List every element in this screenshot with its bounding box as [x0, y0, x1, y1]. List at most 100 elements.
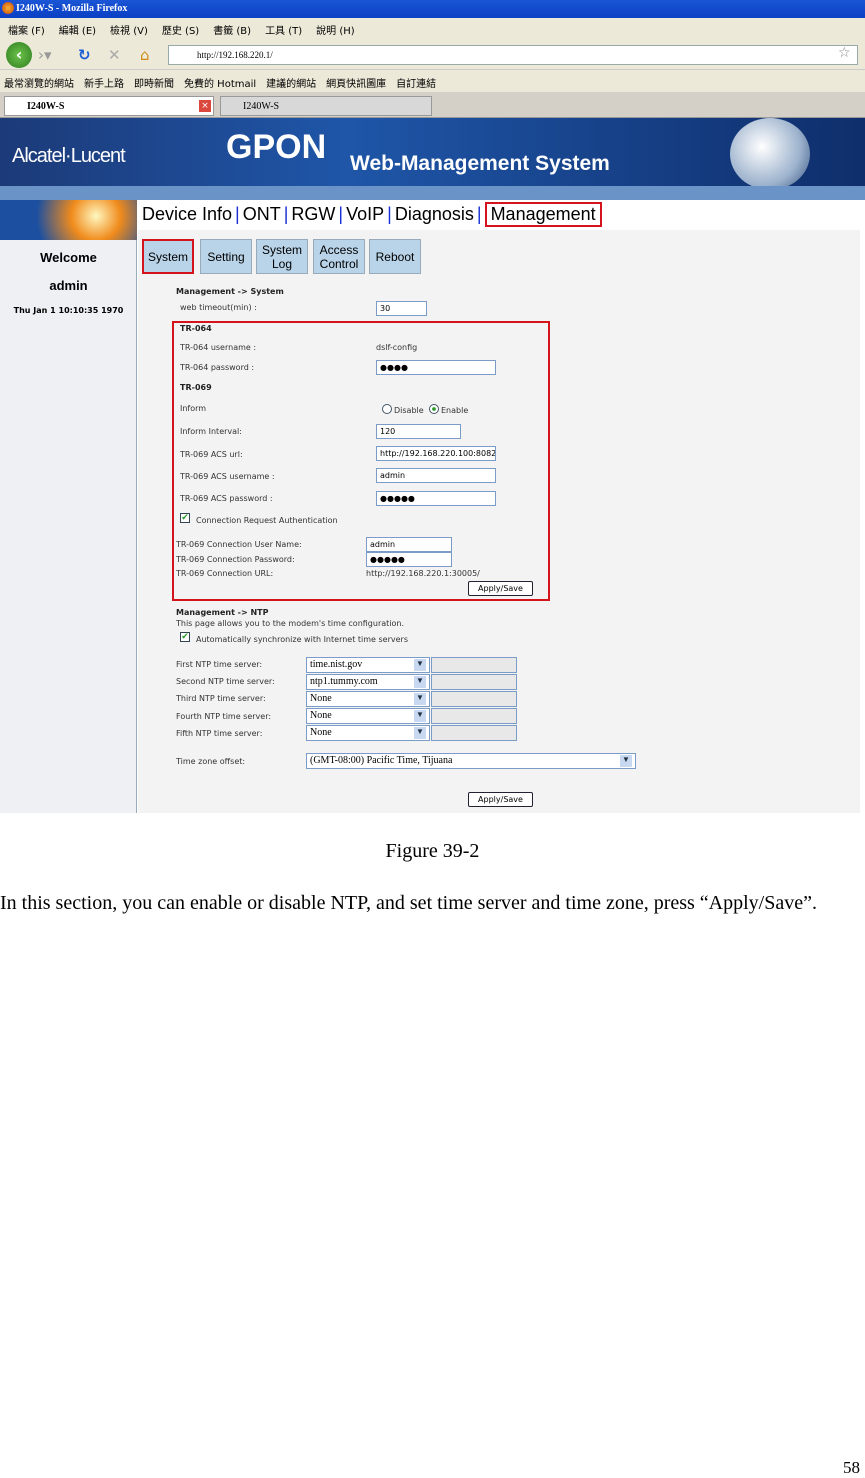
- inform-interval-input[interactable]: 120: [376, 424, 461, 439]
- menu-bookmarks[interactable]: 書籤 (B): [213, 22, 251, 37]
- inform-disable-radio[interactable]: [382, 404, 392, 414]
- tab-active[interactable]: I240W-S: [4, 96, 214, 116]
- url-text: http://192.168.220.1/: [197, 50, 273, 60]
- bookmarks-toolbar: 最常瀏覽的網站 新手上路 即時新聞 免費的 Hotmail 建議的網站 網頁快訊…: [0, 70, 865, 92]
- chevron-down-icon: ▼: [414, 659, 426, 671]
- ntp-description: This page allows you to the modem's time…: [176, 619, 405, 628]
- tr064-username-value: dslf-config: [376, 343, 418, 352]
- ntp-server-1-value: time.nist.gov: [310, 659, 363, 670]
- reload-icon[interactable]: ↻: [78, 46, 91, 64]
- ntp-apply-save-button[interactable]: Apply/Save: [468, 792, 533, 807]
- ntp-server-4-select[interactable]: None ▼: [306, 708, 430, 724]
- subtab-setting[interactable]: Setting: [200, 239, 252, 274]
- ntp-server-5-value: None: [310, 727, 332, 738]
- subtab-system[interactable]: System: [142, 239, 194, 274]
- sidebar-image: [0, 200, 137, 240]
- url-bar[interactable]: http://192.168.220.1/: [168, 45, 858, 65]
- enable-label: Enable: [441, 406, 469, 415]
- bookmark-item[interactable]: 最常瀏覽的網站: [4, 75, 74, 90]
- tab-inactive[interactable]: I240W-S: [220, 96, 432, 116]
- conn-user-input[interactable]: admin: [366, 537, 452, 552]
- ntp-server-2-select[interactable]: ntp1.tummy.com ▼: [306, 674, 430, 690]
- menu-view[interactable]: 檢視 (V): [110, 22, 148, 37]
- bookmark-item[interactable]: 即時新聞: [134, 75, 174, 90]
- ntp-heading: Management -> NTP: [176, 608, 269, 617]
- acs-password-input[interactable]: ●●●●●: [376, 491, 496, 506]
- subtab-reboot[interactable]: Reboot: [369, 239, 421, 274]
- acs-password-label: TR-069 ACS password :: [180, 494, 273, 503]
- menu-tools[interactable]: 工具 (T): [265, 22, 302, 37]
- welcome-text: Welcome: [40, 250, 97, 265]
- page-number: 58: [843, 1458, 860, 1477]
- ntp-server-3-value: None: [310, 693, 332, 704]
- nav-ont[interactable]: ONT: [243, 204, 281, 225]
- bookmark-star-icon[interactable]: ☆: [838, 45, 851, 61]
- ntp-server-1-select[interactable]: time.nist.gov ▼: [306, 657, 430, 673]
- ntp-server-4-custom: [431, 708, 517, 724]
- bookmark-item[interactable]: 新手上路: [84, 75, 124, 90]
- stop-icon[interactable]: ✕: [108, 46, 121, 64]
- menu-help[interactable]: 說明 (H): [316, 22, 355, 37]
- bookmark-item[interactable]: 自訂連結: [396, 75, 436, 90]
- nav-voip[interactable]: VoIP: [346, 204, 384, 225]
- inform-enable-radio[interactable]: [429, 404, 439, 414]
- banner-subtitle: Web-Management System: [350, 152, 610, 175]
- menu-file[interactable]: 檔案 (F): [8, 22, 45, 37]
- chevron-down-icon: ▼: [620, 755, 632, 767]
- conn-auth-label: Connection Request Authentication: [196, 516, 338, 525]
- close-tab-icon[interactable]: ×: [199, 100, 211, 112]
- ntp-server-5-select[interactable]: None ▼: [306, 725, 430, 741]
- ntp-server-5-custom: [431, 725, 517, 741]
- timezone-label: Time zone offset:: [176, 757, 246, 766]
- chevron-down-icon: ▼: [414, 710, 426, 722]
- tr064-heading: TR-064: [180, 324, 212, 333]
- menu-history[interactable]: 歷史 (S): [162, 22, 199, 37]
- conn-url-value: http://192.168.220.1:30005/: [366, 569, 480, 578]
- conn-user-label: TR-069 Connection User Name:: [176, 540, 302, 549]
- nav-diagnosis[interactable]: Diagnosis: [395, 204, 474, 225]
- bookmark-item[interactable]: 建議的網站: [266, 75, 316, 90]
- acs-url-input[interactable]: http://192.168.220.100:8082/C: [376, 446, 496, 461]
- ntp-server-4-value: None: [310, 710, 332, 721]
- forward-icon[interactable]: ›▾: [38, 46, 52, 64]
- bookmark-item[interactable]: 網頁快訊圖庫: [326, 75, 386, 90]
- auto-sync-label: Automatically synchronize with Internet …: [196, 635, 408, 644]
- nav-rgw[interactable]: RGW: [291, 204, 335, 225]
- datetime: Thu Jan 1 10:10:35 1970: [13, 306, 124, 315]
- chevron-down-icon: ▼: [414, 727, 426, 739]
- system-heading: Management -> System: [176, 287, 284, 296]
- subtab-access-control[interactable]: Access Control: [313, 239, 365, 274]
- ntp-server-1-label: First NTP time server:: [176, 660, 263, 669]
- ntp-server-3-label: Third NTP time server:: [176, 694, 266, 703]
- ntp-server-2-value: ntp1.tummy.com: [310, 676, 378, 687]
- nav-device-info[interactable]: Device Info: [142, 204, 232, 225]
- conn-auth-checkbox[interactable]: ✔: [180, 513, 190, 523]
- ntp-server-3-select[interactable]: None ▼: [306, 691, 430, 707]
- tab-label: I240W-S: [243, 101, 280, 112]
- bookmark-item[interactable]: 免費的 Hotmail: [184, 75, 256, 90]
- figure-caption: Figure 39-2: [385, 840, 480, 862]
- acs-url-label: TR-069 ACS url:: [180, 450, 243, 459]
- alcatel-lucent-logo: Alcatel·Lucent: [12, 145, 126, 167]
- tr064-username-label: TR-064 username :: [180, 343, 257, 352]
- tr064-password-label: TR-064 password :: [180, 363, 255, 372]
- timezone-select[interactable]: (GMT-08:00) Pacific Time, Tijuana ▼: [306, 753, 636, 769]
- subtab-system-log[interactable]: System Log: [256, 239, 308, 274]
- web-timeout-input[interactable]: 30: [376, 301, 427, 316]
- nav-management[interactable]: Management: [484, 201, 602, 227]
- firefox-icon: [2, 2, 14, 14]
- menu-edit[interactable]: 編輯 (E): [59, 22, 96, 37]
- tr064-password-input[interactable]: ●●●●: [376, 360, 496, 375]
- system-apply-save-button[interactable]: Apply/Save: [468, 581, 533, 596]
- back-icon[interactable]: ‹: [6, 42, 32, 68]
- chevron-down-icon: ▼: [414, 676, 426, 688]
- top-navigation: Device Info | ONT | RGW | VoIP | Diagnosis | …: [142, 200, 602, 228]
- conn-password-input[interactable]: ●●●●●: [366, 552, 452, 567]
- body-paragraph: In this section, you can enable or disab…: [0, 892, 817, 914]
- auto-sync-checkbox[interactable]: ✔: [180, 632, 190, 642]
- chevron-down-icon: ▼: [414, 693, 426, 705]
- home-icon[interactable]: ⌂: [140, 46, 150, 64]
- acs-username-input[interactable]: admin: [376, 468, 496, 483]
- conn-url-label: TR-069 Connection URL:: [176, 569, 274, 578]
- ntp-server-1-custom: [431, 657, 517, 673]
